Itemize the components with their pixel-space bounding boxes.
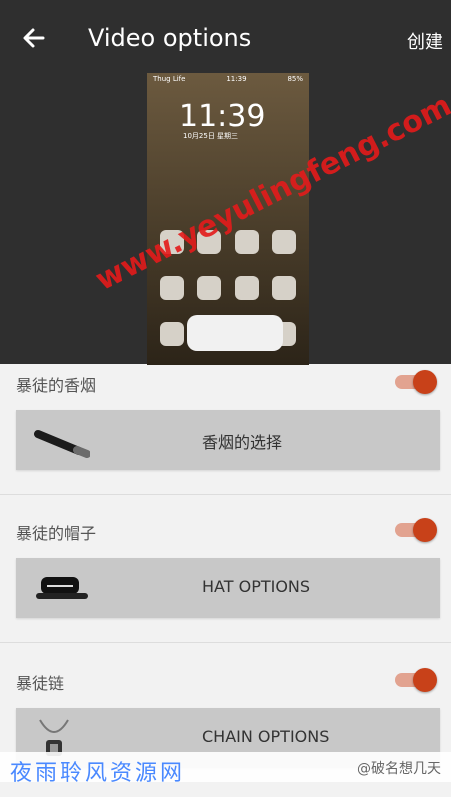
page-title: Video options (88, 24, 252, 52)
toggle-thumb (413, 370, 437, 394)
hat-icon (36, 577, 88, 599)
divider (0, 642, 451, 643)
hat-section: 暴徒的帽子 HAT OPTIONS (0, 512, 451, 647)
preview-status-left: Thug Life (153, 75, 186, 83)
cigarette-toggle[interactable] (393, 370, 437, 394)
divider (0, 494, 451, 495)
toggle-thumb (413, 668, 437, 692)
footer-right-text: @破名想几天 (357, 761, 441, 777)
preview-clock: 11:39 (179, 99, 266, 134)
chain-options-label: CHAIN OPTIONS (202, 727, 330, 746)
top-app-bar: Video options 创建 (0, 0, 451, 80)
app-icon (272, 230, 297, 254)
app-icon (159, 322, 184, 346)
preview-status-time: 11:39 (226, 75, 247, 83)
chain-toggle[interactable] (393, 668, 437, 692)
toggle-thumb (413, 518, 437, 542)
cigar-icon (34, 430, 90, 458)
thug-life-knuckles (187, 315, 283, 351)
footer-left-text: 夜雨聆风资源网 (10, 761, 186, 786)
cigarette-section: 暴徒的香烟 香烟的选择 (0, 364, 451, 499)
preview-status-right: 85% (287, 75, 303, 83)
hat-label: 暴徒的帽子 (16, 524, 97, 543)
preview-status: Thug Life 11:39 85% (153, 75, 303, 83)
app-icon (197, 276, 222, 300)
cigarette-options-label: 香烟的选择 (202, 433, 283, 452)
chain-label: 暴徒链 (16, 674, 65, 693)
back-arrow-icon[interactable] (18, 22, 50, 54)
footer-watermark: 夜雨聆风资源网 @破名想几天 (0, 752, 451, 786)
app-icon (159, 276, 184, 300)
app-icon (272, 276, 297, 300)
hat-options-button[interactable]: HAT OPTIONS (16, 558, 440, 618)
hat-toggle[interactable] (393, 518, 437, 542)
app-icon (234, 230, 259, 254)
app-icon (234, 276, 259, 300)
cigarette-options-button[interactable]: 香烟的选择 (16, 410, 440, 470)
create-button[interactable]: 创建 (407, 28, 443, 54)
preview-date: 10月25日 星期三 (183, 132, 239, 140)
hat-options-label: HAT OPTIONS (202, 577, 311, 596)
cigarette-label: 暴徒的香烟 (16, 376, 97, 395)
